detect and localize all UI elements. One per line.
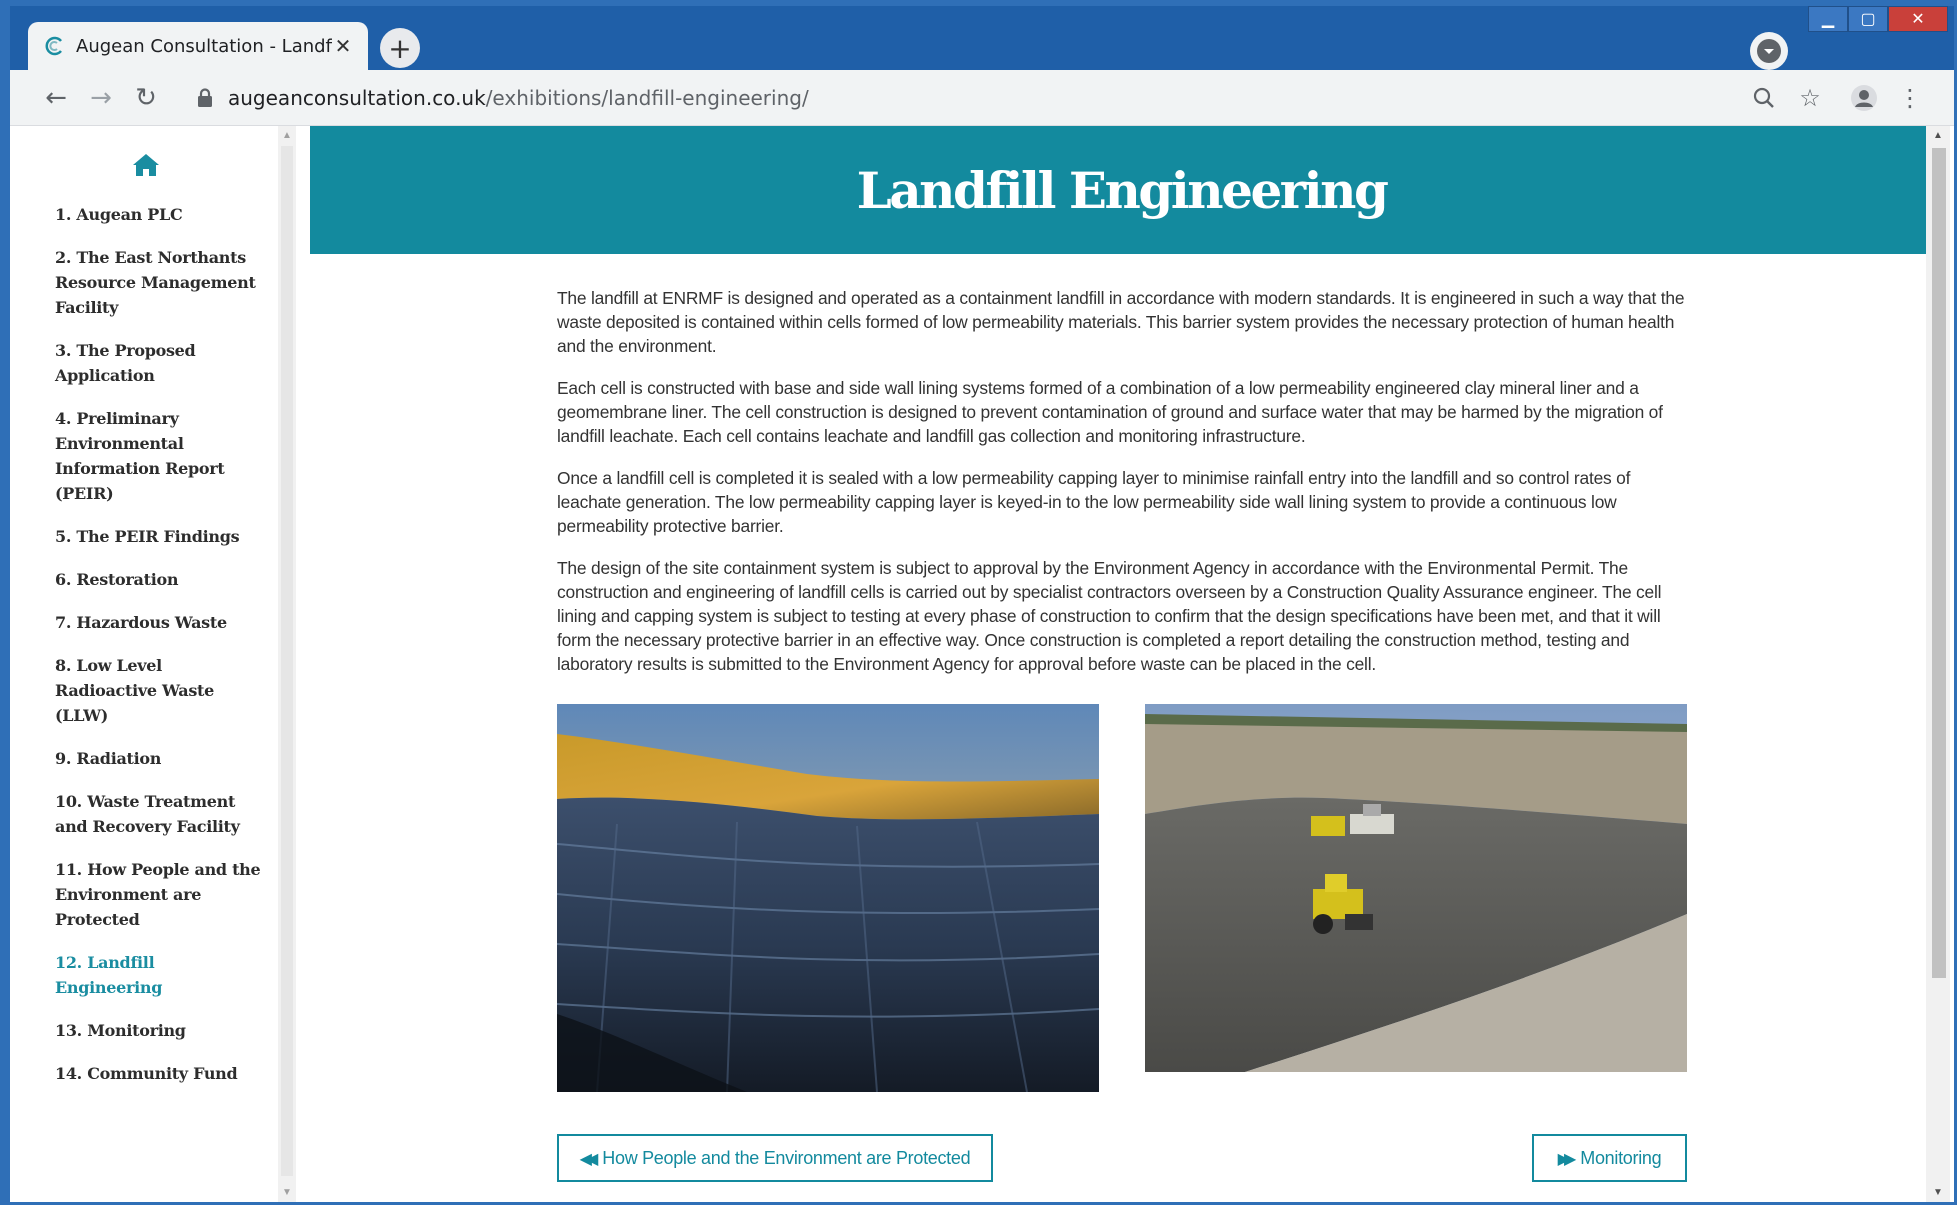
sidebar-nav-item[interactable]: 5. The PEIR Findings (55, 524, 265, 549)
sidebar-nav-item[interactable]: 13. Monitoring (55, 1018, 265, 1043)
page-scroll-down-icon[interactable]: ▼ (1933, 1187, 1943, 1198)
paragraph: Each cell is constructed with base and s… (557, 378, 1663, 446)
article-body: The landfill at ENRMF is designed and op… (557, 286, 1687, 694)
browser-window: Augean Consultation - Landfill Er ✕ + ▁ … (0, 0, 1957, 1205)
sidebar-nav-item[interactable]: 6. Restoration (55, 567, 265, 592)
reload-icon[interactable]: ↻ (128, 80, 164, 116)
chrome-menu-dropdown-icon[interactable] (1750, 32, 1788, 70)
browser-tab[interactable]: Augean Consultation - Landfill Er ✕ (28, 22, 368, 70)
forward-icon[interactable]: → (83, 80, 119, 116)
new-tab-button[interactable]: + (380, 28, 420, 68)
main-content: Landfill Engineering The landfill at ENR… (300, 126, 1936, 1202)
page-viewport: 1. Augean PLC 2. The East Northants Resou… (10, 126, 1954, 1202)
home-icon[interactable] (132, 152, 160, 178)
scroll-up-icon[interactable]: ▲ (282, 130, 292, 141)
previous-page-label: How People and the Environment are Prote… (602, 1147, 971, 1168)
browser-toolbar: ← → ↻ augeanconsultation.co.uk /exhibiti… (10, 70, 1954, 126)
bookmark-star-icon[interactable]: ☆ (1794, 82, 1826, 114)
sidebar-scroll-thumb[interactable] (281, 146, 293, 1176)
sidebar-nav-item[interactable]: 10. Waste Treatment and Recovery Facilit… (55, 789, 265, 839)
tab-close-icon[interactable]: ✕ (332, 35, 354, 58)
minimize-icon[interactable]: ▁ (1808, 6, 1848, 32)
sidebar-nav-item[interactable]: 14. Community Fund (55, 1061, 265, 1086)
page-scroll-up-icon[interactable]: ▲ (1933, 130, 1943, 141)
sidebar-nav-item[interactable]: 7. Hazardous Waste (55, 610, 265, 635)
page-title: Landfill Engineering (856, 160, 1389, 220)
tab-strip: Augean Consultation - Landfill Er ✕ + ▁ … (10, 6, 1954, 70)
site-favicon-icon (42, 34, 66, 58)
close-window-icon[interactable]: ✕ (1888, 6, 1948, 32)
paragraph: Once a landfill cell is completed it is … (557, 468, 1631, 536)
window-controls: ▁ ▢ ✕ (1808, 6, 1948, 32)
profile-avatar-icon[interactable] (1848, 82, 1880, 114)
sidebar-nav-item[interactable]: 8. Low Level Radioactive Waste (LLW) (55, 653, 265, 728)
previous-page-button[interactable]: ◀◀ How People and the Environment are Pr… (557, 1134, 993, 1182)
browser-frame: Augean Consultation - Landfill Er ✕ + ▁ … (10, 6, 1954, 1202)
url-host: augeanconsultation.co.uk (228, 86, 486, 110)
double-left-arrow-icon: ◀◀ (579, 1148, 598, 1168)
lock-icon (198, 88, 212, 107)
sidebar-nav: 1. Augean PLC 2. The East Northants Resou… (55, 202, 265, 1104)
earthworks-photo (1145, 704, 1687, 1072)
more-options-icon[interactable]: ⋮ (1894, 82, 1926, 114)
paragraph: The landfill at ENRMF is designed and op… (557, 288, 1685, 356)
scroll-down-icon[interactable]: ▼ (282, 1187, 292, 1198)
sidebar-nav-item[interactable]: 1. Augean PLC (55, 202, 265, 227)
sidebar-nav-item[interactable]: 2. The East Northants Resource Managemen… (55, 245, 265, 320)
maximize-icon[interactable]: ▢ (1848, 6, 1888, 32)
zoom-icon[interactable] (1748, 82, 1780, 114)
sidebar: 1. Augean PLC 2. The East Northants Resou… (10, 126, 278, 1202)
page-scrollbar[interactable]: ▲ ▼ (1926, 126, 1950, 1202)
address-bar[interactable]: augeanconsultation.co.uk /exhibitions/la… (178, 77, 1778, 119)
sidebar-nav-item[interactable]: 3. The Proposed Application (55, 338, 265, 388)
sidebar-nav-item[interactable]: 9. Radiation (55, 746, 265, 771)
next-page-label: Monitoring (1580, 1147, 1662, 1168)
double-right-arrow-icon: ▶▶ (1557, 1148, 1576, 1168)
next-page-button[interactable]: ▶▶ Monitoring (1532, 1134, 1687, 1182)
liner-photo (557, 704, 1099, 1092)
tab-title: Augean Consultation - Landfill Er (76, 35, 332, 57)
back-icon[interactable]: ← (38, 80, 74, 116)
paragraph: The design of the site containment syste… (557, 558, 1662, 674)
sidebar-nav-item[interactable]: 11. How People and the Environment are P… (55, 857, 265, 932)
url-path: /exhibitions/landfill-engineering/ (485, 86, 809, 110)
sidebar-scrollbar[interactable]: ▲ ▼ (278, 126, 296, 1202)
sidebar-nav-item[interactable]: 4. Preliminary Environmental Information… (55, 406, 265, 506)
sidebar-nav-item[interactable]: 12. Landfill Engineering (55, 950, 265, 1000)
page-banner: Landfill Engineering (310, 126, 1933, 254)
page-scroll-thumb[interactable] (1932, 148, 1946, 978)
